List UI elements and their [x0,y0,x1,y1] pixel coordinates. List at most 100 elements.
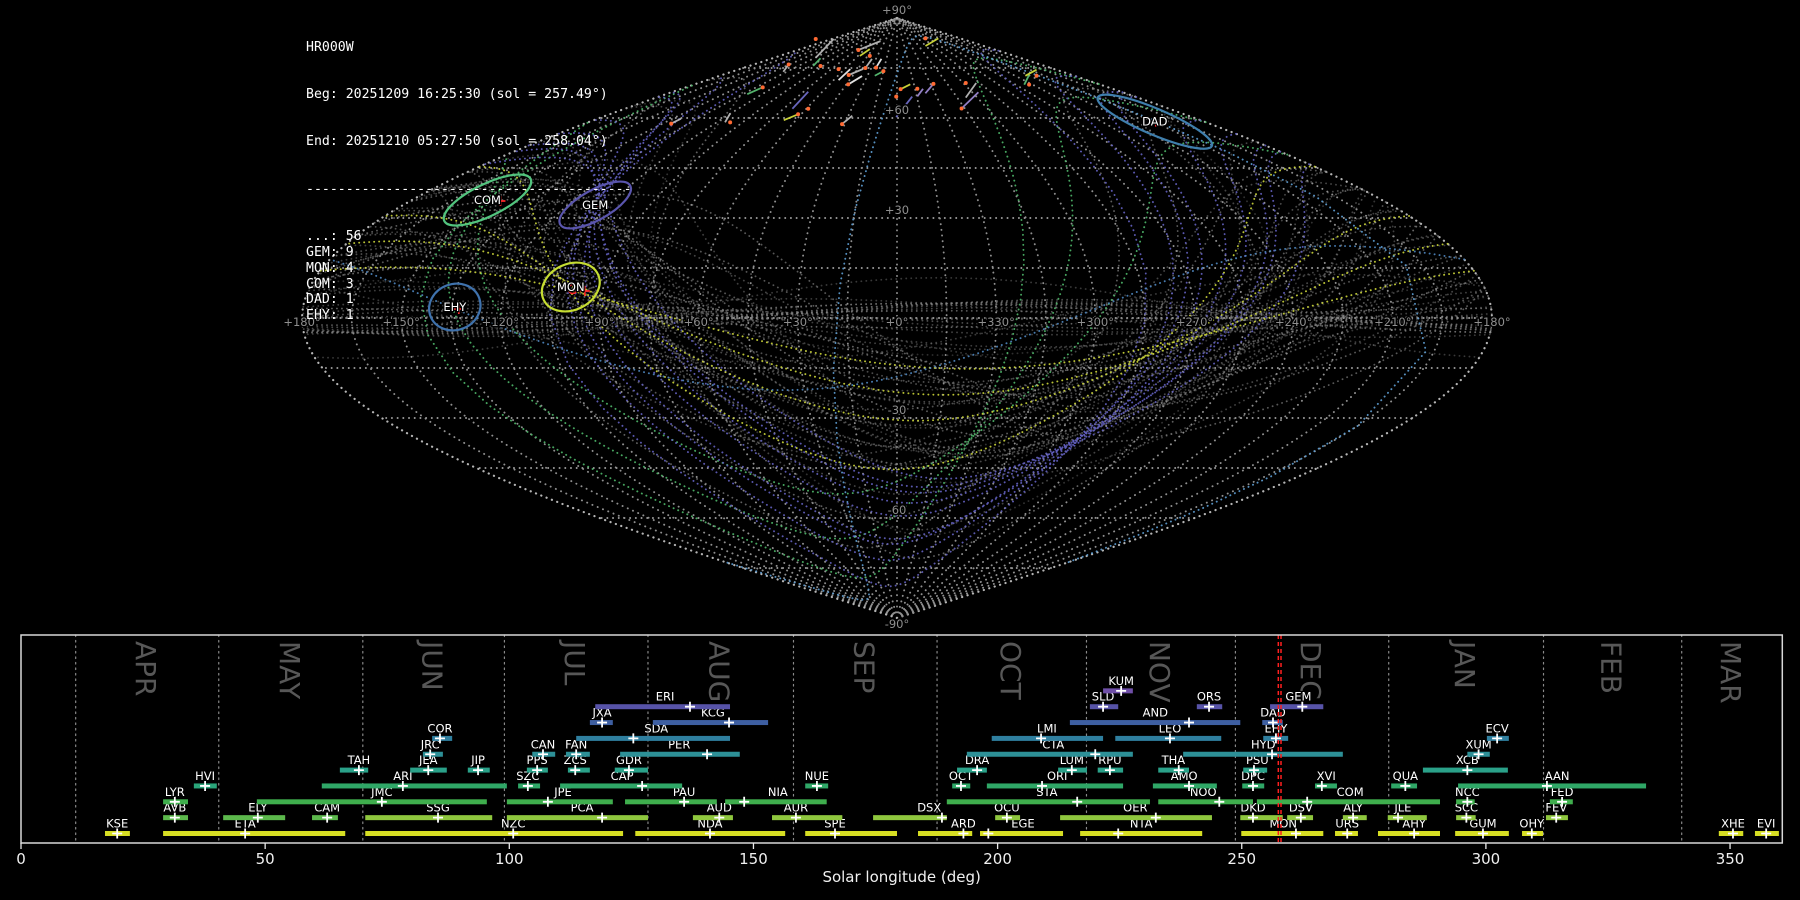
activity-timeline: APR MAY JUN JUL AUG SEP OCT NOV DEC JAN FEB MARKSE E… [16,634,1784,886]
bar-label-ECV: ECV [1486,721,1509,735]
bar-AHY [1377,831,1440,836]
bar-label-ARD: ARD [951,817,976,831]
x-tick-label: 50 [256,850,275,868]
meteor-begin-dot [796,112,801,117]
peak-marker-EGE [983,828,994,839]
month-label-SEP: SEP [847,641,880,693]
begin-time: Beg: 20251209 16:25:30 (sol = 257.49°) [306,86,608,102]
bar-SDA [576,735,731,741]
bar-label-NUE: NUE [805,769,829,783]
bar-label-DSX: DSX [917,801,941,815]
peak-marker-CAP [637,780,648,791]
meteor-begin-dot [915,86,920,91]
peak-marker-KCG [724,717,735,728]
lat-tick-label: +90° [882,3,912,17]
bar-label-THA: THA [1161,753,1186,767]
bar-label-NIA: NIA [768,785,788,799]
bar-label-EVI: EVI [1757,817,1776,831]
bar-label-ARI: ARI [393,769,412,783]
month-label-JUN: JUN [416,639,449,691]
bar-SSG [365,815,493,821]
bar-label-CAN: CAN [531,737,556,751]
meteor-segment [960,91,980,110]
bar-COM [1256,799,1440,805]
meteor-begin-dot [1034,73,1039,78]
meteor-segment [815,38,835,59]
bar-label-ORS: ORS [1197,690,1221,704]
meteor-segment [791,91,809,110]
lon-tick-label: +330° [977,315,1014,329]
bar-DKD [1240,815,1283,821]
bar-DSX [873,815,947,821]
bar-label-ERI: ERI [656,690,675,704]
meteor-begin-dot [669,121,674,126]
meteor-begin-dot [856,48,861,53]
lon-tick-label: +180° [1473,315,1510,329]
bar-LMI [991,735,1104,741]
x-axis: 0 50 100 150 200 250 300 350 Solar longitude (de… [16,843,1744,886]
meteor-begin-dot [898,87,903,92]
count-line-2: MON: 4 [306,260,354,276]
count-line-4: DAD: 1 [306,292,354,308]
bar-STA [946,799,1150,805]
month-label-NOV: NOV [1143,641,1176,703]
peak-marker-ERI [684,701,695,712]
meteor-begin-dot [963,81,968,86]
bar-OER [1060,815,1212,821]
peak-marker-AND [1184,717,1195,728]
meteor-begin-dot [840,122,845,127]
lon-tick-label: +300° [1077,315,1114,329]
lon-tick-label: +210° [1374,315,1411,329]
bar-label-OHY: OHY [1519,817,1545,831]
header-divider: ----------------------------------------… [306,181,632,197]
bar-MON [1241,831,1324,836]
bar-AAN [1458,783,1647,789]
meteor-begin-dot [1027,82,1032,87]
bar-label-AND: AND [1143,706,1168,720]
meteor-begin-dot [786,62,791,67]
bar-label-HVI: HVI [195,769,215,783]
lat-tick-label: -90° [885,617,910,631]
peak-marker-NTA [1113,828,1124,839]
plot-canvas: COM GEMMONEHYDAD+180° +150° +120° +90° +60° +3… [16,2,1784,886]
x-tick-label: 250 [1227,850,1256,868]
x-tick-label: 350 [1716,850,1745,868]
meteor-begin-dot [836,67,841,72]
bar-NZC [365,831,624,836]
x-tick-label: 0 [16,850,26,868]
month-label-JUL: JUL [558,639,591,686]
count-line-1: GEM: 9 [306,244,354,260]
bar-CAP [560,783,683,789]
meteor-begin-dot [818,63,823,68]
x-tick-label: 300 [1472,850,1501,868]
bar-label-LMI: LMI [1037,721,1057,735]
count-line-0: ...: 56 [306,229,362,245]
bar-PER [620,751,740,757]
count-line-3: COM: 3 [306,276,354,292]
lat-tick-label: -60 [888,503,907,517]
lon-tick-label: +270° [1176,315,1213,329]
month-label-AUG: AUG [703,641,736,702]
bar-label-TAH: TAH [347,753,371,767]
bar-KCG [652,720,769,726]
meteor-begin-dot [760,85,765,90]
meteor-begin-dot [846,72,851,77]
lat-tick-label: +30 [885,203,909,217]
x-tick-label: 100 [495,850,524,868]
meteor-begin-dot [931,81,936,86]
bar-label-KUM: KUM [1108,674,1134,688]
peak-marker-PCA [597,812,608,823]
bar-ETA [163,831,346,836]
meteor-begin-dot [867,53,872,58]
bar-HYD [1183,751,1343,757]
meteor-begin-dot [959,106,964,111]
bar-ARI [321,783,507,789]
bar-NTA [1080,831,1203,836]
peak-marker-SDA [628,733,639,744]
bar-DRA [957,767,987,773]
lat-tick-label: +60 [885,103,909,117]
meteor-begin-dot [923,36,928,41]
meteor-begin-dot [863,65,868,70]
lon-tick-label: +60° [684,315,714,329]
station-code: HR000W [306,39,354,55]
